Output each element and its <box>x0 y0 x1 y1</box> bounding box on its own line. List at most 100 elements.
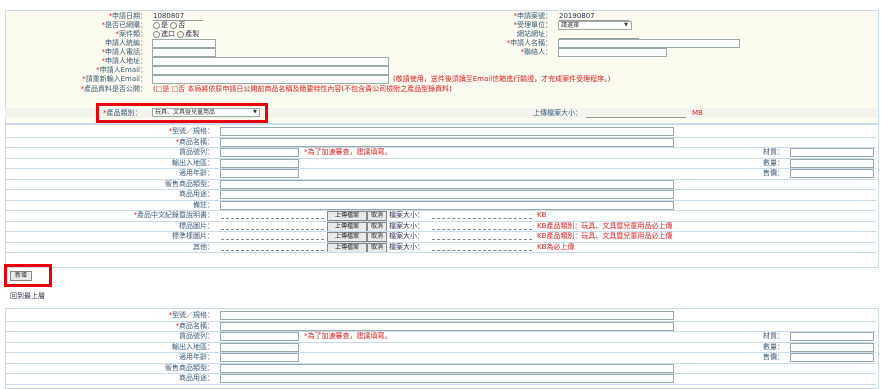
category-label-wrap: 貨品號列： <box>80 148 214 157</box>
applicant-id-input[interactable] <box>152 39 216 48</box>
age-label: 適用年齡： <box>179 353 214 361</box>
usage-label-wrap: 商品用途： <box>80 374 214 383</box>
label_img-kb-note: KB產品類別：玩具、文具暨兒童用品必上傳 <box>537 221 673 230</box>
usage-label-wrap: 商品用途： <box>80 190 214 199</box>
name-label-wrap: *商品名稱： <box>175 137 215 146</box>
unit-select[interactable]: 請選擇 ▼ <box>558 21 632 30</box>
applicant-addr-label: 申請人地址： <box>105 57 147 65</box>
std_img-label: 標準樣圖片： <box>172 232 214 240</box>
product-info-label: 產品資料是否公開： <box>84 85 147 93</box>
quantity-input[interactable] <box>790 158 874 168</box>
contact-input[interactable] <box>558 48 667 57</box>
applicant-addr-input[interactable] <box>152 57 389 66</box>
type-label-wrap: 販售商品類型： <box>80 180 214 189</box>
registered-label: 是否已網購： <box>105 21 147 29</box>
applicant-phone-label: 申請人電話： <box>105 48 147 56</box>
name-input[interactable] <box>220 321 674 331</box>
row-applicant-email: *申請人Email： <box>5 66 877 75</box>
model-label-wrap: *型號／規格： <box>168 311 215 319</box>
manual-size-label: 檔案大小： <box>389 211 424 219</box>
name-input[interactable] <box>220 137 674 147</box>
applicant-email-input[interactable] <box>152 66 389 75</box>
apply-date-label: 申請日期： <box>112 12 147 20</box>
product-category-select[interactable]: 玩具、文具暨兒童用品 ▼ <box>152 108 260 117</box>
usage-input[interactable] <box>220 190 674 199</box>
other-kb-note: KB為必上傳 <box>537 242 575 251</box>
unit-label: 受理單位： <box>517 21 552 29</box>
category-input[interactable] <box>220 148 299 157</box>
model-input[interactable] <box>220 127 674 136</box>
chevron-down-icon: ▼ <box>253 109 257 115</box>
category-label-wrap: 貨品號列： <box>80 332 214 341</box>
case-produce-label: 產製 <box>185 30 200 38</box>
origin-label: 輸出入地區： <box>172 158 214 167</box>
registered-yes-label: 是 <box>161 21 168 29</box>
category-label: 貨品號列： <box>179 332 214 340</box>
usage-input[interactable] <box>220 374 674 383</box>
label_img-label: 標品圖片： <box>179 221 214 230</box>
site-label: 網站網址： <box>517 30 552 38</box>
age-input[interactable] <box>220 353 299 362</box>
other-upload-button[interactable]: 上傳檔案 <box>327 242 367 253</box>
manual-cancel-button[interactable]: 取消 <box>367 211 387 221</box>
label_img-cancel-button[interactable]: 取消 <box>367 221 387 232</box>
row-applicant-id: 申請人統編： <box>5 39 877 48</box>
row-applicant-phone: *申請人電話： <box>5 48 877 57</box>
category-input[interactable] <box>220 332 299 341</box>
price-label: 售價： <box>763 353 784 361</box>
row-case-type: *案件類： 進口 產製 <box>115 30 200 38</box>
origin-label: 輸出入地區： <box>172 342 214 351</box>
type-input[interactable] <box>220 179 674 189</box>
case-import-radio[interactable] <box>153 30 160 38</box>
add-button[interactable]: 新增 <box>10 271 32 281</box>
manual-kb-note: KB <box>537 211 547 219</box>
reenter-email-input[interactable] <box>152 75 389 84</box>
manual-label-wrap: *產品中文紀錄暨說明書： <box>133 211 215 219</box>
remark-input[interactable] <box>220 200 674 210</box>
case-import-label: 進口 <box>161 30 175 38</box>
std_img-cancel-button[interactable]: 取消 <box>367 232 387 242</box>
applicant-name-input[interactable] <box>558 39 740 48</box>
other-label: 其他： <box>193 242 214 251</box>
reenter-email-note: (敬請使用，送件後須讀至Email信箱進行驗證，才完成案件受理程序。) <box>393 75 611 83</box>
material-label: 材質： <box>763 332 784 340</box>
product-category-value: 玩具、文具暨兒童用品 <box>155 109 216 116</box>
quantity-input[interactable] <box>790 342 874 352</box>
origin-input[interactable] <box>220 158 299 168</box>
remark-label: 備註： <box>193 200 214 209</box>
unit-value: 請選擇 <box>561 22 580 29</box>
age-input[interactable] <box>220 169 299 178</box>
applicant-id-label: 申請人統編： <box>105 39 147 47</box>
case-type-label: 案件類： <box>119 30 147 38</box>
std_img-upload-button[interactable]: 上傳檔案 <box>327 232 367 242</box>
material-input[interactable] <box>790 332 874 341</box>
case-produce-radio[interactable] <box>177 30 185 38</box>
applicant-phone-input[interactable] <box>152 48 216 57</box>
registered-yes-radio[interactable] <box>153 21 160 29</box>
price-input[interactable] <box>790 169 874 178</box>
usage-label: 商品用途： <box>179 190 214 198</box>
row-divider <box>6 252 876 253</box>
std_img-kb-note: KB產品類別：玩具、文具暨兒童用品必上傳 <box>537 232 673 240</box>
type-label: 販售商品類型： <box>165 179 214 188</box>
registered-no-label: 否 <box>178 21 186 29</box>
material-label: 材質： <box>763 148 784 156</box>
other-size-label: 檔案大小： <box>389 242 424 251</box>
manual-upload-button[interactable]: 上傳檔案 <box>327 211 367 221</box>
row-reenter-email: *請重新輸入Email： (敬請使用，送件後須讀至Email信箱進行驗證，才完成… <box>82 75 611 84</box>
name-label-wrap: *商品名稱： <box>175 321 215 330</box>
other-cancel-button[interactable]: 取消 <box>367 242 387 253</box>
model-label-wrap: *型號／規格： <box>168 127 215 135</box>
back-to-top-link[interactable]: 回到最上層 <box>10 291 45 301</box>
origin-label-wrap: 輸出入地區： <box>80 159 214 168</box>
label_img-upload-button[interactable]: 上傳檔案 <box>327 221 367 232</box>
material-input[interactable] <box>790 148 874 157</box>
applicant-email-label: 申請人Email： <box>99 66 147 74</box>
price-input[interactable] <box>790 353 874 362</box>
registered-no-radio[interactable] <box>170 21 178 29</box>
type-input[interactable] <box>220 363 674 373</box>
quantity-label: 數量： <box>763 158 784 167</box>
model-input[interactable] <box>220 311 674 320</box>
origin-input[interactable] <box>220 342 299 352</box>
upload-size-underline <box>586 117 686 118</box>
